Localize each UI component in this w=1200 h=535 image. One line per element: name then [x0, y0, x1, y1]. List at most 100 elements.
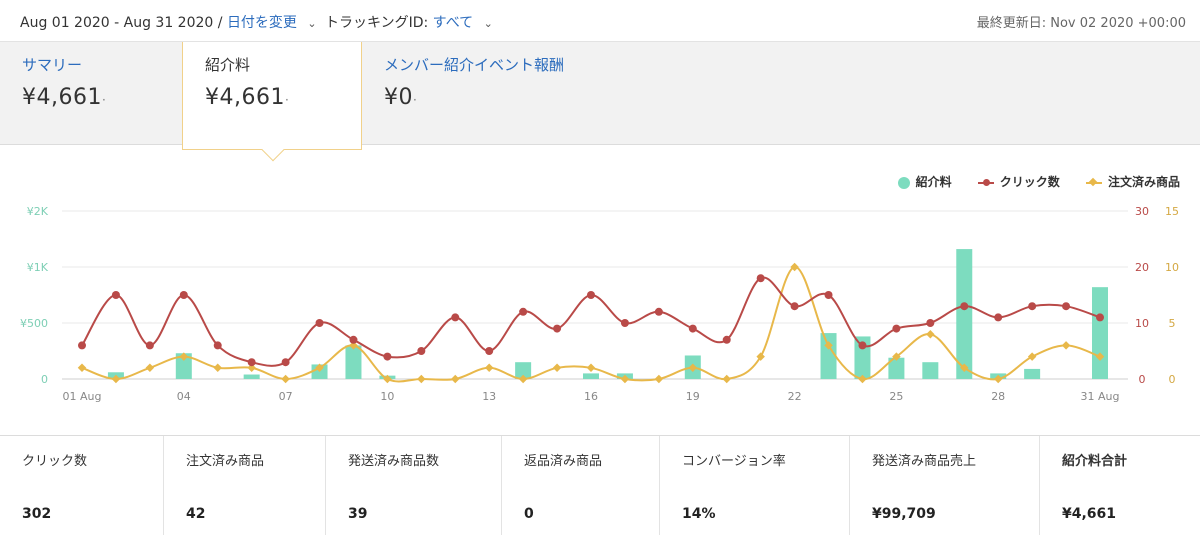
right-axis-orders-tick: 15: [1165, 205, 1179, 218]
bar: [820, 333, 837, 379]
x-axis-tick: 10: [380, 390, 394, 403]
clicks-point: [315, 319, 324, 327]
stat-value: ¥4,661: [1062, 506, 1117, 522]
stat-label: 発送済み商品売上: [872, 454, 977, 469]
orders-point: [552, 363, 562, 373]
clicks-point: [451, 313, 460, 322]
stat-clicks: クリック数 302: [0, 436, 164, 535]
clicks-point: [383, 352, 392, 361]
stat-conversion: コンバージョン率 14%: [660, 436, 850, 535]
orders-point: [654, 374, 664, 384]
date-range-text: Aug 01 2020 - Aug 31 2020 /: [20, 15, 223, 31]
orders-point: [213, 363, 222, 373]
tab-member-referral[interactable]: メンバー紹介イベント報酬 ¥0·: [362, 42, 622, 145]
chart-area: 紹介料 クリック数 注文済み商品 0 ¥500 ¥1K ¥2K 0 10 20 30 0 5 10 1…: [0, 145, 1200, 435]
x-axis-tick: 28: [991, 390, 1005, 403]
stat-value: ¥99,709: [872, 506, 936, 522]
x-axis-tick: 22: [788, 390, 802, 403]
clicks-point: [1028, 302, 1037, 311]
bar: [922, 362, 939, 379]
clicks-point: [519, 307, 528, 316]
tab-value: ¥0·: [384, 85, 418, 110]
clicks-point: [926, 319, 935, 327]
x-axis-tick: 13: [482, 390, 496, 403]
tracking-id-selector[interactable]: トラッキングID: すべて ⌄: [325, 12, 493, 32]
clicks-point: [485, 347, 494, 355]
tracking-value[interactable]: すべて: [433, 15, 473, 31]
clicks-point: [247, 358, 256, 367]
clicks-point: [179, 291, 188, 299]
left-axis-tick: ¥500: [20, 317, 48, 330]
orders-point: [145, 363, 155, 373]
x-axis-tick: 01 Aug: [63, 390, 102, 403]
bar: [1024, 368, 1041, 379]
stat-value: 14%: [682, 506, 716, 522]
stat-label: 発送済み商品数: [348, 454, 440, 469]
stat-orders: 注文済み商品 42: [164, 436, 326, 535]
x-axis-tick: 07: [279, 390, 293, 403]
orders-point: [484, 363, 494, 373]
clicks-point: [553, 324, 562, 333]
stat-label: 注文済み商品: [186, 454, 265, 469]
tab-value: ¥4,661·: [205, 85, 290, 110]
orders-point: [281, 374, 290, 384]
change-date-link[interactable]: 日付を変更: [227, 15, 297, 31]
clicks-point: [213, 341, 222, 350]
stats-row: クリック数 302 注文済み商品 42 発送済み商品数 39 返品済み商品 0 …: [0, 435, 1200, 535]
orders-point: [926, 329, 935, 339]
orders-point: [77, 363, 87, 373]
clicks-point: [620, 319, 629, 327]
earnings-chart: 0 ¥500 ¥1K ¥2K 0 10 20 30 0 5 10 15 01 Aug 04 07 10 13 16…: [20, 205, 1179, 403]
x-axis-tick: 25: [889, 390, 903, 403]
clicks-point: [145, 341, 154, 350]
clicks-point: [1096, 313, 1104, 322]
orders-point: [1061, 341, 1071, 350]
stat-value: 0: [524, 506, 534, 522]
bar: [345, 345, 362, 379]
clicks-point: [994, 313, 1003, 322]
clicks-point: [1062, 302, 1071, 311]
x-axis-tick: 16: [584, 390, 598, 403]
chevron-down-icon[interactable]: ⌄: [484, 17, 493, 30]
stat-label: クリック数: [22, 454, 88, 469]
stat-label: 返品済み商品: [524, 454, 603, 469]
clicks-point: [78, 341, 86, 350]
tracking-label: トラッキングID:: [325, 15, 429, 31]
date-range: Aug 01 2020 - Aug 31 2020 / 日付を変更 ⌄: [20, 12, 317, 32]
stat-label: 紹介料合計: [1062, 454, 1128, 469]
orders-point: [586, 363, 596, 373]
stat-total-fee: 紹介料合計 ¥4,661: [1040, 436, 1200, 535]
stat-shipped-sales: 発送済み商品売上 ¥99,709: [850, 436, 1040, 535]
left-axis-tick: 0: [41, 373, 48, 386]
clicks-point: [349, 335, 358, 344]
orders-point: [417, 374, 426, 384]
stat-shipped: 発送済み商品数 39: [326, 436, 502, 535]
chevron-down-icon[interactable]: ⌄: [307, 17, 316, 30]
tab-referral-fee[interactable]: 紹介料 ¥4,661·: [182, 42, 362, 162]
clicks-point: [417, 347, 426, 355]
tab-summary[interactable]: サマリー ¥4,661·: [0, 42, 182, 145]
x-axis-tick: 04: [177, 390, 191, 403]
clicks-point: [654, 307, 663, 316]
stat-label: コンバージョン率: [682, 454, 786, 469]
stat-value: 39: [348, 506, 368, 522]
right-axis-orders-tick: 10: [1165, 261, 1179, 274]
stat-value: 42: [186, 506, 206, 522]
tab-label: サマリー: [22, 56, 83, 74]
clicks-line: [81, 276, 1101, 367]
clicks-point: [688, 324, 697, 333]
stat-value: 302: [22, 506, 52, 522]
right-axis-orders-tick: 5: [1169, 317, 1176, 330]
clicks-point: [892, 324, 901, 333]
clicks-point: [858, 341, 867, 350]
bar: [956, 249, 973, 379]
tab-value: ¥4,661·: [22, 85, 107, 110]
right-axis-clicks-tick: 10: [1135, 317, 1149, 330]
left-axis-tick: ¥1K: [27, 261, 49, 274]
left-axis-tick: ¥2K: [27, 205, 49, 218]
clicks-point: [111, 291, 120, 299]
stat-returned: 返品済み商品 0: [502, 436, 660, 535]
right-axis-clicks-tick: 20: [1135, 261, 1149, 274]
tab-label: メンバー紹介イベント報酬: [384, 56, 565, 74]
right-axis-clicks-tick: 0: [1139, 373, 1146, 386]
